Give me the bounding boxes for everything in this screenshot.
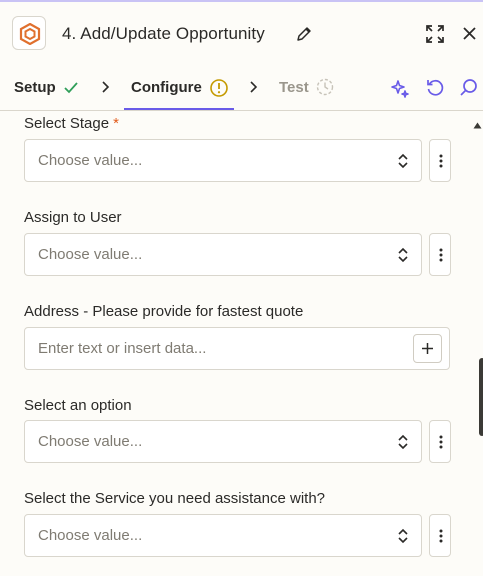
updown-chevron-icon: [398, 247, 408, 268]
user-select[interactable]: Choose value...: [24, 233, 422, 276]
more-options-button[interactable]: [429, 420, 451, 463]
more-options-button[interactable]: [429, 139, 451, 182]
field-label: Select an option: [24, 397, 132, 414]
scroll-up-arrow-icon[interactable]: [473, 116, 482, 134]
service-select[interactable]: Choose value...: [24, 514, 422, 557]
address-input[interactable]: Enter text or insert data...: [24, 327, 450, 370]
tab-test[interactable]: Test: [279, 79, 309, 96]
expand-icon[interactable]: [426, 25, 444, 48]
input-placeholder: Enter text or insert data...: [38, 340, 207, 357]
tab-configure[interactable]: Configure: [131, 79, 202, 96]
select-placeholder: Choose value...: [38, 152, 143, 169]
field-label: Address - Please provide for fastest quo…: [24, 303, 304, 320]
check-icon: [64, 81, 78, 99]
pencil-icon[interactable]: [296, 26, 312, 47]
more-options-button[interactable]: [429, 514, 451, 557]
updown-chevron-icon: [398, 434, 408, 455]
more-options-button[interactable]: [429, 233, 451, 276]
insert-data-button[interactable]: [413, 334, 442, 363]
app-logo: [12, 16, 46, 50]
clock-icon: [316, 78, 334, 101]
field-label: Select the Service you need assistance w…: [24, 490, 326, 507]
configure-form[interactable]: Select Stage * Choose value... Assign to …: [0, 111, 483, 576]
select-placeholder: Choose value...: [38, 246, 143, 263]
field-label: Select Stage *: [24, 115, 119, 132]
stage-select[interactable]: Choose value...: [24, 139, 422, 182]
step-header: 4. Add/Update Opportunity: [0, 0, 483, 64]
required-marker: *: [113, 115, 119, 132]
chevron-right-icon: [250, 80, 258, 98]
active-tab-indicator: [124, 108, 234, 110]
tab-setup[interactable]: Setup: [14, 79, 56, 96]
step-title: 4. Add/Update Opportunity: [62, 24, 265, 43]
select-placeholder: Choose value...: [38, 433, 143, 450]
option-select[interactable]: Choose value...: [24, 420, 422, 463]
search-icon[interactable]: [460, 79, 478, 102]
refresh-icon[interactable]: [426, 78, 444, 101]
updown-chevron-icon: [398, 153, 408, 174]
warning-icon: [209, 78, 229, 103]
chevron-right-icon: [102, 80, 110, 98]
ai-sparkle-icon[interactable]: [390, 78, 410, 103]
step-tabs: Setup Configure Test: [0, 64, 483, 111]
updown-chevron-icon: [398, 528, 408, 549]
select-placeholder: Choose value...: [38, 527, 143, 544]
field-label: Assign to User: [24, 209, 122, 226]
close-icon[interactable]: [463, 27, 476, 45]
scrollbar-thumb[interactable]: [479, 358, 483, 436]
